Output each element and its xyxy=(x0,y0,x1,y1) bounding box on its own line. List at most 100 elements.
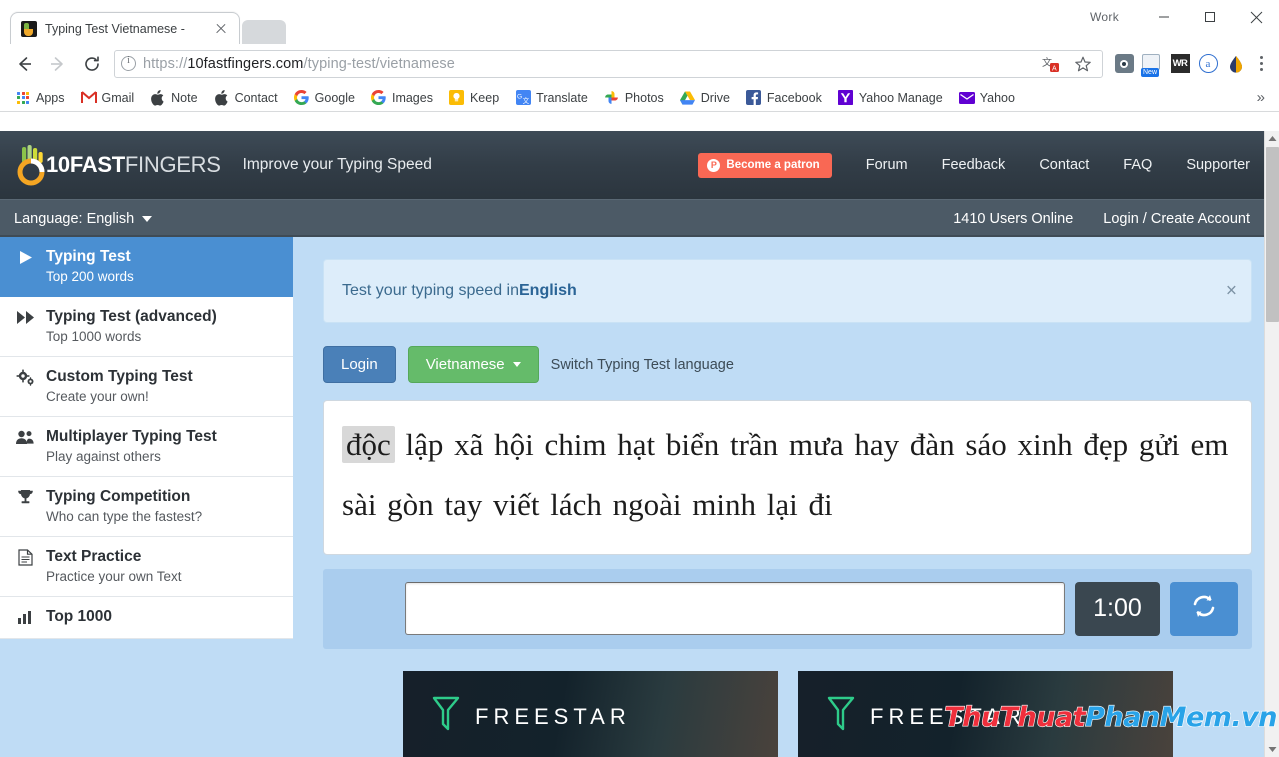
bookmark-note[interactable]: Note xyxy=(143,87,204,109)
mail-envelope-icon xyxy=(958,90,975,106)
sidebar-item-text-practice[interactable]: Text Practice Practice your own Text xyxy=(0,537,293,597)
wordreference-extension-icon[interactable]: WR xyxy=(1167,51,1193,77)
chrome-menu-icon[interactable] xyxy=(1251,53,1271,75)
bookmark-gmail[interactable]: Gmail xyxy=(74,87,142,109)
language-dropdown-button[interactable]: Vietnamese xyxy=(407,346,539,383)
url-text: https://10fastfingers.com/typing-test/vi… xyxy=(143,56,455,72)
tab-title: Typing Test Vietnamese - xyxy=(45,21,185,36)
browser-tab[interactable]: Typing Test Vietnamese - xyxy=(10,12,240,44)
nav-contact[interactable]: Contact xyxy=(1039,157,1089,173)
patreon-icon: P xyxy=(707,158,721,172)
sidebar: Typing Test Top 200 words Typing Test (a… xyxy=(0,237,293,757)
bookmark-photos[interactable]: Photos xyxy=(597,87,671,109)
site-logo[interactable]: 10FASTFINGERS xyxy=(14,145,221,186)
nav-faq[interactable]: FAQ xyxy=(1123,157,1152,173)
chevron-down-icon xyxy=(512,362,521,367)
bookmark-apps[interactable]: Apps xyxy=(8,87,72,109)
typing-input-row: 1:00 xyxy=(323,568,1252,649)
nav-supporter[interactable]: Supporter xyxy=(1186,157,1250,173)
sidebar-item-typing-competition[interactable]: Typing Competition Who can type the fast… xyxy=(0,477,293,537)
nav-forum[interactable]: Forum xyxy=(866,157,908,173)
watermark-part-3: Phan xyxy=(1085,702,1161,733)
address-bar[interactable]: https://10fastfingers.com/typing-test/vi… xyxy=(114,49,1103,78)
site-tagline: Improve your Typing Speed xyxy=(242,156,432,173)
forward-button[interactable] xyxy=(42,48,74,80)
a-circle-extension-icon[interactable]: a xyxy=(1195,51,1221,77)
patron-label: Become a patron xyxy=(726,159,820,171)
new-badge-extension-icon[interactable]: New xyxy=(1139,51,1165,77)
main-content: Test your typing speed in English × Logi… xyxy=(293,237,1264,757)
sidebar-item-multiplayer-typing-test[interactable]: Multiplayer Typing Test Play against oth… xyxy=(0,417,293,477)
alert-close-icon[interactable]: × xyxy=(1226,282,1237,301)
bookmark-google[interactable]: Google xyxy=(287,87,362,109)
freestar-logo-icon xyxy=(826,695,856,738)
refresh-icon xyxy=(1189,591,1219,626)
alert-language[interactable]: English xyxy=(519,282,577,300)
site-logo-text: 10FASTFINGERS xyxy=(46,152,221,178)
bookmark-label: Apps xyxy=(36,90,65,105)
new-badge-label: New xyxy=(1141,67,1160,77)
bookmark-translate[interactable]: G文 Translate xyxy=(508,87,595,109)
site-watermark: ThuThuatPhanMem.vn xyxy=(944,702,1278,733)
a-label: a xyxy=(1198,54,1218,73)
countdown-timer: 1:00 xyxy=(1075,581,1160,636)
language-selector[interactable]: Language: English xyxy=(14,211,153,227)
reload-button[interactable] xyxy=(76,48,108,80)
subbar-right: 1410 Users Online Login / Create Account xyxy=(953,211,1250,227)
bookmark-facebook[interactable]: Facebook xyxy=(739,87,829,109)
trophy-icon xyxy=(14,489,36,506)
back-button[interactable] xyxy=(8,48,40,80)
new-tab-button[interactable] xyxy=(242,20,286,44)
tab-close-icon[interactable] xyxy=(213,21,229,37)
scrollbar-thumb[interactable] xyxy=(1266,147,1279,322)
facebook-icon xyxy=(746,90,762,106)
login-create-account-link[interactable]: Login / Create Account xyxy=(1103,211,1250,227)
sidebar-item-top-1000[interactable]: Top 1000 xyxy=(0,597,293,639)
ad-banner-1[interactable]: FREESTAR xyxy=(403,670,778,757)
nav-feedback[interactable]: Feedback xyxy=(942,157,1006,173)
sidebar-item-typing-test-advanced[interactable]: Typing Test (advanced) Top 1000 words xyxy=(0,297,293,357)
bookmark-label: Facebook xyxy=(766,90,822,105)
maximize-button[interactable] xyxy=(1187,1,1233,33)
bar-chart-icon xyxy=(14,610,36,625)
bookmark-yahoo[interactable]: Yahoo xyxy=(952,87,1022,109)
minimize-button[interactable] xyxy=(1141,1,1187,33)
google-translate-icon: G文 xyxy=(515,90,531,106)
profile-label[interactable]: Work xyxy=(1090,10,1119,24)
users-group-icon xyxy=(14,429,36,445)
ad-brand: FREESTAR xyxy=(475,703,631,729)
login-button[interactable]: Login xyxy=(323,346,396,383)
title-bar: Typing Test Vietnamese - Work xyxy=(0,0,1279,44)
google-drive-icon xyxy=(680,90,696,106)
tenfastfingers-favicon-icon xyxy=(21,20,37,37)
become-a-patron-button[interactable]: P Become a patron xyxy=(698,152,832,178)
eye-extension-icon[interactable] xyxy=(1111,51,1137,77)
site-info-icon[interactable] xyxy=(121,55,136,71)
logo-thin: FINGERS xyxy=(124,152,221,177)
sidebar-item-title: Custom Typing Test xyxy=(46,368,193,385)
google-g-icon xyxy=(294,90,310,106)
sidebar-item-typing-test[interactable]: Typing Test Top 200 words xyxy=(0,237,293,297)
translate-icon[interactable]: 文A xyxy=(1038,51,1064,77)
typing-text-panel: độc lập xã hội chim hạt biển trần mưa ha… xyxy=(323,400,1252,555)
bookmark-keep[interactable]: Keep xyxy=(442,87,506,109)
bookmark-drive[interactable]: Drive xyxy=(673,87,737,109)
scroll-up-arrow-icon[interactable] xyxy=(1265,131,1279,146)
restart-test-button[interactable] xyxy=(1170,581,1238,636)
bookmark-star-icon[interactable] xyxy=(1070,51,1096,77)
bookmarks-overflow-button[interactable]: » xyxy=(1251,89,1271,106)
scroll-down-arrow-icon[interactable] xyxy=(1265,742,1279,757)
freestar-logo-icon xyxy=(431,695,461,738)
tab-strip: Typing Test Vietnamese - xyxy=(0,0,286,44)
chrome-browser-window: Typing Test Vietnamese - Work i https://… xyxy=(0,0,1279,757)
droplet-extension-icon[interactable] xyxy=(1223,51,1249,77)
typing-input[interactable] xyxy=(405,582,1065,636)
bookmark-images[interactable]: Images xyxy=(364,87,440,109)
page-scrollbar[interactable] xyxy=(1264,131,1279,757)
watermark-part-5: .vn xyxy=(1231,702,1278,733)
close-button[interactable] xyxy=(1233,1,1279,33)
bookmark-contact[interactable]: Contact xyxy=(207,87,285,109)
bookmark-yahoo-manage[interactable]: Yahoo Manage xyxy=(831,87,950,109)
chevron-down-icon xyxy=(142,215,153,222)
sidebar-item-custom-typing-test[interactable]: Custom Typing Test Create your own! xyxy=(0,357,293,417)
